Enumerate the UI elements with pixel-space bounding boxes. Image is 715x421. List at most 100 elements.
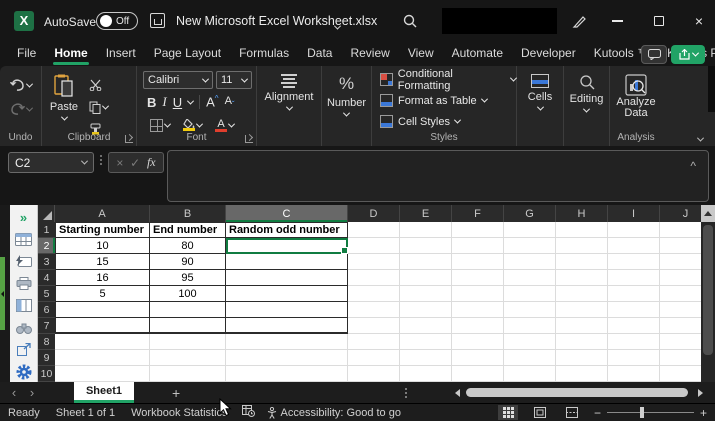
- cell-A9[interactable]: [55, 350, 150, 366]
- expand-pane-button[interactable]: »: [13, 209, 35, 226]
- cell-I3[interactable]: [608, 254, 660, 270]
- zoom-slider-handle[interactable]: [640, 407, 644, 418]
- cell-E6[interactable]: [400, 302, 452, 318]
- vertical-scrollbar[interactable]: [701, 205, 715, 382]
- cell-C6[interactable]: [226, 302, 348, 318]
- cell-H10[interactable]: [556, 366, 608, 382]
- maximize-button[interactable]: [644, 10, 674, 32]
- tab-file[interactable]: File: [8, 42, 45, 66]
- clipboard-dialog-launcher[interactable]: [125, 135, 133, 143]
- cell-I2[interactable]: [608, 238, 660, 254]
- cell-D8[interactable]: [348, 334, 400, 350]
- scroll-up-arrow[interactable]: [701, 205, 715, 222]
- cancel-icon[interactable]: ×: [116, 156, 123, 170]
- zoom-in-button[interactable]: +: [700, 406, 707, 420]
- cell-C8[interactable]: [226, 334, 348, 350]
- row-header-9[interactable]: 9: [38, 350, 55, 366]
- column-header-C[interactable]: C: [226, 205, 348, 222]
- italic-button[interactable]: I: [162, 94, 166, 110]
- cell-I9[interactable]: [608, 350, 660, 366]
- insert-function-icon[interactable]: fx: [147, 155, 156, 170]
- cell-styles-button[interactable]: Cell Styles: [372, 111, 516, 132]
- horizontal-scroll-thumb[interactable]: [466, 388, 688, 397]
- cell-C2[interactable]: [226, 238, 348, 254]
- workbook-stats-icon[interactable]: [242, 405, 255, 420]
- cell-G8[interactable]: [504, 334, 556, 350]
- column-header-B[interactable]: B: [150, 205, 226, 222]
- underline-button[interactable]: U: [173, 95, 182, 110]
- cell-G9[interactable]: [504, 350, 556, 366]
- cell-G2[interactable]: [504, 238, 556, 254]
- cell-E8[interactable]: [400, 334, 452, 350]
- decrease-font-button[interactable]: Aˇ: [225, 95, 235, 109]
- cell-A8[interactable]: [55, 334, 150, 350]
- cell-F6[interactable]: [452, 302, 504, 318]
- cell-B5[interactable]: 100: [150, 286, 226, 302]
- scroll-right-arrow[interactable]: [698, 389, 703, 397]
- cell-H2[interactable]: [556, 238, 608, 254]
- tab-home[interactable]: Home: [45, 42, 96, 66]
- cell-E7[interactable]: [400, 318, 452, 334]
- comments-button[interactable]: [641, 45, 667, 64]
- cut-button[interactable]: [86, 76, 111, 94]
- row-header-1[interactable]: 1: [38, 222, 55, 238]
- settings-gear-icon[interactable]: [13, 363, 35, 380]
- column-header-F[interactable]: F: [452, 205, 504, 222]
- cell-F7[interactable]: [452, 318, 504, 334]
- cell-E2[interactable]: [400, 238, 452, 254]
- page-layout-view-button[interactable]: [530, 405, 550, 420]
- cell-D2[interactable]: [348, 238, 400, 254]
- cell-E10[interactable]: [400, 366, 452, 382]
- row-header-4[interactable]: 4: [38, 270, 55, 286]
- page-break-view-button[interactable]: [562, 405, 582, 420]
- cell-G6[interactable]: [504, 302, 556, 318]
- new-sheet-button[interactable]: +: [172, 385, 180, 401]
- format-as-table-button[interactable]: Format as Table: [372, 90, 516, 111]
- cell-F10[interactable]: [452, 366, 504, 382]
- tab-page-layout[interactable]: Page Layout: [145, 42, 230, 66]
- cell-C10[interactable]: [226, 366, 348, 382]
- cell-B7[interactable]: [150, 318, 226, 334]
- vertical-scroll-thumb[interactable]: [703, 225, 713, 355]
- cell-G1[interactable]: [504, 222, 556, 238]
- undo-button[interactable]: [7, 76, 35, 94]
- increase-font-button[interactable]: A^: [206, 94, 218, 109]
- cell-D9[interactable]: [348, 350, 400, 366]
- cell-I6[interactable]: [608, 302, 660, 318]
- cell-A5[interactable]: 5: [55, 286, 150, 302]
- sheet-tab-active[interactable]: Sheet1: [74, 382, 134, 403]
- search-icon[interactable]: [402, 13, 418, 34]
- cell-I10[interactable]: [608, 366, 660, 382]
- sheet-count[interactable]: Sheet 1 of 1: [56, 407, 115, 419]
- conditional-formatting-button[interactable]: Conditional Formatting: [372, 69, 516, 90]
- workbook-sheet-icon[interactable]: [13, 231, 35, 248]
- cell-A4[interactable]: 16: [55, 270, 150, 286]
- zoom-slider[interactable]: [607, 412, 694, 413]
- cell-F2[interactable]: [452, 238, 504, 254]
- cell-I5[interactable]: [608, 286, 660, 302]
- cell-A7[interactable]: [55, 318, 150, 334]
- cell-F4[interactable]: [452, 270, 504, 286]
- tab-developer[interactable]: Developer: [512, 42, 585, 66]
- cell-D10[interactable]: [348, 366, 400, 382]
- title-chevron-icon[interactable]: [335, 17, 340, 35]
- cell-G10[interactable]: [504, 366, 556, 382]
- cell-H1[interactable]: [556, 222, 608, 238]
- workbook-statistics-button[interactable]: Workbook Statistics: [131, 407, 227, 419]
- cell-H7[interactable]: [556, 318, 608, 334]
- cell-B6[interactable]: [150, 302, 226, 318]
- tab-scroll-handle[interactable]: [405, 388, 407, 398]
- enter-icon[interactable]: ✓: [130, 156, 140, 170]
- column-header-I[interactable]: I: [608, 205, 660, 222]
- horizontal-scrollbar[interactable]: [455, 386, 703, 399]
- cell-B9[interactable]: [150, 350, 226, 366]
- cell-H5[interactable]: [556, 286, 608, 302]
- column-header-H[interactable]: H: [556, 205, 608, 222]
- cell-I1[interactable]: [608, 222, 660, 238]
- tab-data[interactable]: Data: [298, 42, 341, 66]
- font-family-select[interactable]: Calibri: [143, 71, 213, 89]
- row-header-6[interactable]: 6: [38, 302, 55, 318]
- cell-B1[interactable]: End number: [150, 222, 226, 238]
- normal-view-button[interactable]: [498, 405, 518, 420]
- cell-G4[interactable]: [504, 270, 556, 286]
